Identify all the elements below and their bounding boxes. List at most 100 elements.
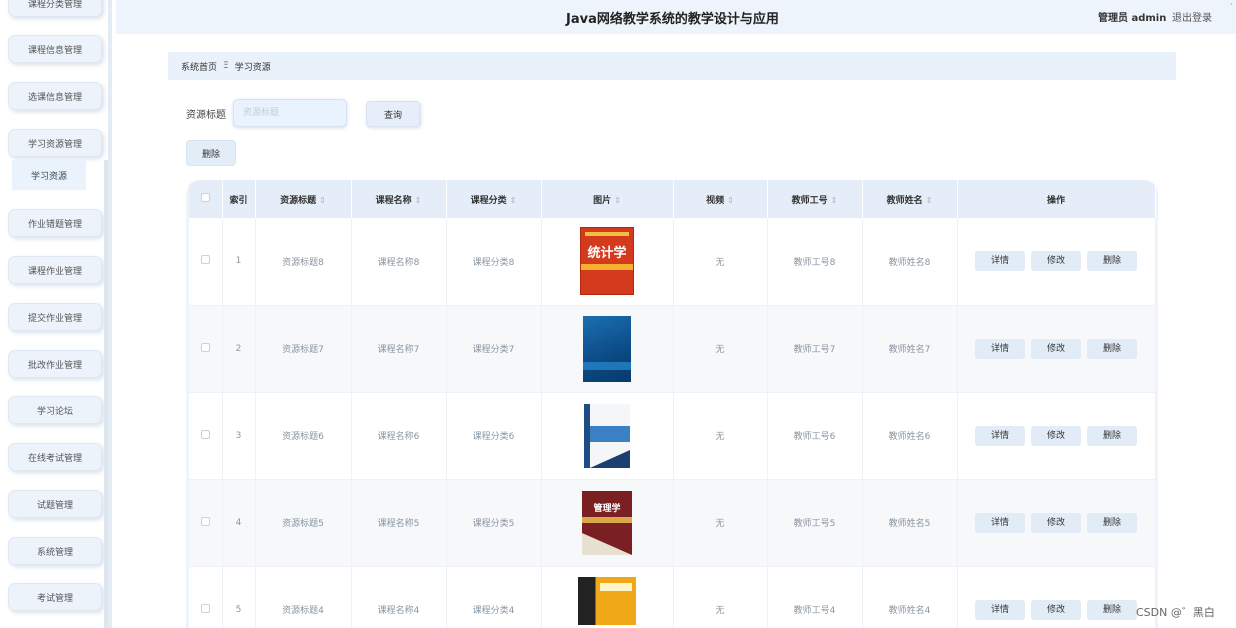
edit-button[interactable]: 修改 [1031, 599, 1081, 620]
cell-course: 课程名称6 [351, 392, 447, 480]
select-all-checkbox[interactable] [200, 193, 210, 202]
sort-icon[interactable]: ⇕ [510, 196, 517, 205]
cell-actions: 详情 修改 删除 [957, 566, 1156, 628]
table-row: 2 资源标题7 课程名称7 课程分类7 无 教师工号7 教师姓名7 详情 修改 删除 [189, 305, 1156, 393]
cell-index: 3 [222, 392, 256, 480]
sidebar-item-resource-management[interactable]: 学习资源管理 [8, 129, 102, 157]
sidebar: 课程分类管理 课程信息管理 选课信息管理 学习资源管理 学习资源 作业错题管理 … [0, 0, 112, 628]
watermark: CSDN @゛黑白 [1136, 606, 1215, 619]
sidebar-item-enrollment[interactable]: 选课信息管理 [8, 82, 102, 110]
breadcrumb-home[interactable]: 系统首页 [181, 60, 217, 73]
detail-button[interactable]: 详情 [975, 599, 1025, 620]
sort-icon[interactable]: ⇕ [614, 196, 621, 205]
cell-image [541, 392, 674, 480]
sidebar-item-questions[interactable]: 试题管理 [8, 490, 102, 518]
table-row: 5 资源标题4 课程名称4 课程分类4 无 教师工号4 教师姓名4 详情 修改 删除 [189, 566, 1156, 628]
detail-button[interactable]: 详情 [975, 512, 1025, 533]
book-cover-image [584, 403, 630, 468]
row-checkbox[interactable] [200, 429, 210, 439]
delete-button[interactable]: 删除 [1087, 599, 1137, 620]
detail-button[interactable]: 详情 [975, 338, 1025, 359]
col-course-name[interactable]: 课程名称 ⇕ [351, 180, 447, 218]
cell-teacher-no: 教师工号8 [767, 218, 863, 306]
cell-image [541, 566, 674, 628]
cell-actions: 详情 修改 删除 [957, 305, 1156, 393]
current-user: 管理员 admin [1098, 13, 1167, 24]
cell-teacher-no: 教师工号4 [767, 566, 863, 628]
sort-icon[interactable]: ⇕ [319, 196, 326, 205]
cell-actions: 详情 修改 删除 [957, 392, 1156, 480]
sidebar-item-course-info[interactable]: 课程信息管理 [8, 35, 102, 63]
batch-delete-button[interactable]: 删除 [186, 140, 236, 166]
breadcrumb-separator: Ξ [223, 61, 229, 71]
cell-teacher-name: 教师姓名8 [862, 218, 958, 306]
sidebar-item-wrong-questions[interactable]: 作业错题管理 [8, 209, 102, 237]
sidebar-item-course-homework[interactable]: 课程作业管理 [8, 256, 102, 284]
edge-mark: · [1230, 0, 1233, 9]
app-window: 课程分类管理 课程信息管理 选课信息管理 学习资源管理 学习资源 作业错题管理 … [0, 0, 1236, 628]
sidebar-item-online-exam[interactable]: 在线考试管理 [8, 443, 102, 471]
sidebar-item-forum[interactable]: 学习论坛 [8, 396, 102, 424]
sort-icon[interactable]: ⇕ [415, 196, 422, 205]
row-checkbox[interactable] [200, 603, 210, 613]
row-checkbox[interactable] [200, 516, 210, 526]
sidebar-scrollbar[interactable] [104, 160, 108, 628]
sort-icon[interactable]: ⇕ [727, 196, 734, 205]
cell-course: 课程名称7 [351, 305, 447, 393]
detail-button[interactable]: 详情 [975, 425, 1025, 446]
cell-video: 无 [673, 479, 768, 567]
col-teacher-no[interactable]: 教师工号 ⇕ [767, 180, 863, 218]
col-video[interactable]: 视频 ⇕ [673, 180, 768, 218]
table-row: 1 资源标题8 课程名称8 课程分类8 统计学 无 教师工号8 教师姓名8 详情… [189, 218, 1156, 306]
cell-index: 5 [222, 566, 256, 628]
edit-button[interactable]: 修改 [1031, 512, 1081, 533]
cell-image: 统计学 [541, 218, 674, 306]
cell-index: 1 [222, 218, 256, 306]
table-header-row: 索引 资源标题 ⇕ 课程名称 ⇕ 课程分类 ⇕ 图片 ⇕ 视频 ⇕ 教师工号 ⇕ 教师姓名 ⇕… [189, 180, 1156, 218]
cell-actions: 详情 修改 删除 [957, 479, 1156, 567]
sidebar-item-course-category[interactable]: 课程分类管理 [8, 0, 102, 17]
cell-title: 资源标题4 [255, 566, 352, 628]
edit-button[interactable]: 修改 [1031, 425, 1081, 446]
cell-title: 资源标题5 [255, 479, 352, 567]
sidebar-subitem-resources[interactable]: 学习资源 [12, 160, 86, 190]
cell-category: 课程分类4 [446, 566, 542, 628]
delete-button[interactable]: 删除 [1087, 425, 1137, 446]
cell-video: 无 [673, 566, 768, 628]
cell-index: 2 [222, 305, 256, 393]
edit-button[interactable]: 修改 [1031, 251, 1081, 272]
cell-course: 课程名称4 [351, 566, 447, 628]
sort-icon[interactable]: ⇕ [831, 196, 838, 205]
col-image[interactable]: 图片 ⇕ [541, 180, 674, 218]
cell-teacher-no: 教师工号6 [767, 392, 863, 480]
detail-button[interactable]: 详情 [975, 251, 1025, 272]
book-cover-image: 管理学 [582, 490, 632, 555]
sidebar-item-grade-homework[interactable]: 批改作业管理 [8, 350, 102, 378]
sidebar-item-system[interactable]: 系统管理 [8, 537, 102, 565]
col-course-category[interactable]: 课程分类 ⇕ [446, 180, 542, 218]
logout-link[interactable]: 退出登录 [1172, 9, 1212, 24]
cell-video: 无 [673, 218, 768, 306]
row-checkbox[interactable] [200, 255, 210, 265]
sort-icon[interactable]: ⇕ [926, 196, 933, 205]
select-all-checkbox-cell[interactable] [189, 180, 223, 218]
col-teacher-name[interactable]: 教师姓名 ⇕ [862, 180, 958, 218]
sidebar-item-exam[interactable]: 考试管理 [8, 583, 102, 611]
cell-title: 资源标题7 [255, 305, 352, 393]
col-index: 索引 [222, 180, 256, 218]
header: Java网络教学系统的教学设计与应用 管理员 admin 退出登录 [116, 0, 1236, 34]
sidebar-item-submit-homework[interactable]: 提交作业管理 [8, 303, 102, 331]
delete-button[interactable]: 删除 [1087, 251, 1137, 272]
delete-button[interactable]: 删除 [1087, 338, 1137, 359]
resource-title-search-input[interactable] [233, 99, 347, 127]
col-resource-title[interactable]: 资源标题 ⇕ [255, 180, 352, 218]
edit-button[interactable]: 修改 [1031, 338, 1081, 359]
cell-actions: 详情 修改 删除 [957, 218, 1156, 306]
query-button[interactable]: 查询 [366, 101, 420, 127]
resource-table: 索引 资源标题 ⇕ 课程名称 ⇕ 课程分类 ⇕ 图片 ⇕ 视频 ⇕ 教师工号 ⇕ 教师姓名 ⇕… [186, 180, 1158, 628]
breadcrumb: 系统首页 Ξ 学习资源 [168, 52, 1176, 80]
delete-button[interactable]: 删除 [1087, 512, 1137, 533]
table-row: 3 资源标题6 课程名称6 课程分类6 无 教师工号6 教师姓名6 详情 修改 删除 [189, 392, 1156, 480]
row-checkbox[interactable] [200, 342, 210, 352]
breadcrumb-current: 学习资源 [234, 62, 271, 73]
